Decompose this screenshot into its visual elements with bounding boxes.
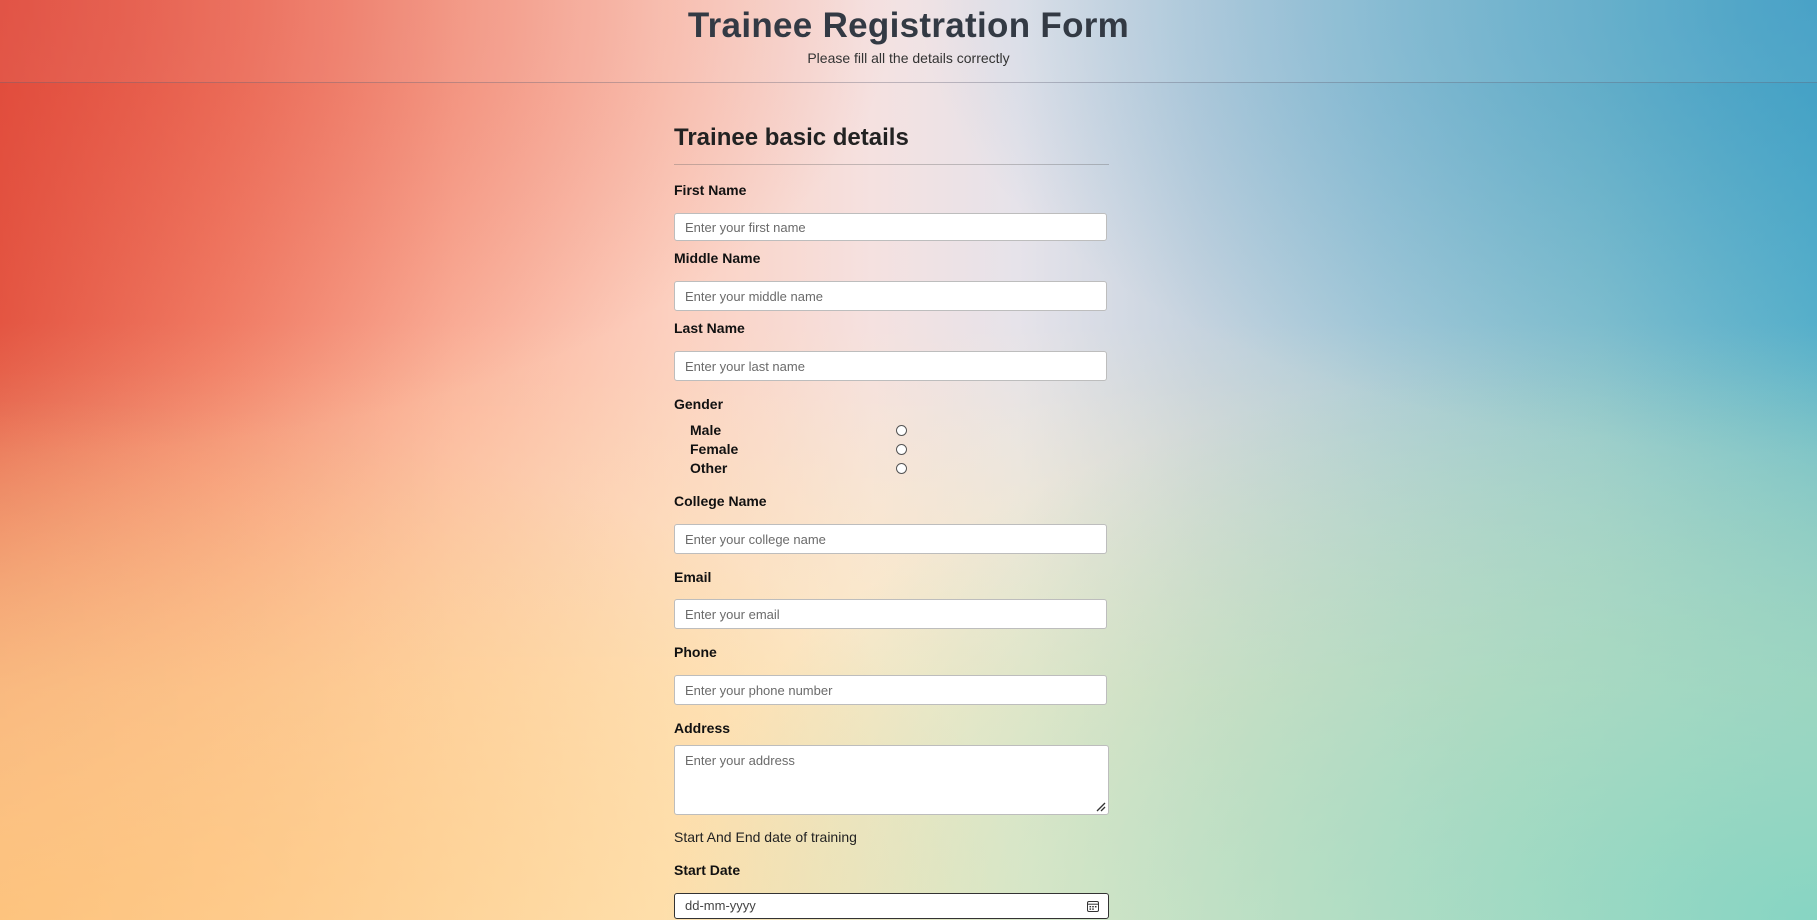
page-header: Trainee Registration Form Please fill al… (0, 0, 1817, 83)
gender-female-label: Female (690, 441, 739, 457)
gender-option-male[interactable]: Male (690, 422, 1110, 440)
gender-other-label: Other (690, 460, 728, 476)
start-date-label: Start Date (674, 862, 741, 878)
start-date-placeholder: dd-mm-yyyy (685, 898, 756, 913)
resize-handle-icon[interactable] (1096, 802, 1106, 812)
calendar-icon[interactable] (1087, 900, 1099, 912)
registration-form: Trainee basic details First Name Middle … (674, 124, 1109, 919)
start-date-input[interactable]: dd-mm-yyyy (674, 893, 1109, 919)
gender-option-other[interactable]: Other (690, 460, 1110, 478)
gender-other-radio[interactable] (896, 463, 907, 474)
phone-input[interactable] (674, 675, 1107, 705)
address-label: Address (674, 720, 731, 736)
gender-male-label: Male (690, 422, 722, 438)
gender-label: Gender (674, 396, 724, 412)
page-title: Trainee Registration Form (687, 6, 1130, 45)
gender-male-radio[interactable] (896, 425, 907, 436)
first-name-label: First Name (674, 182, 747, 198)
phone-label: Phone (674, 644, 717, 660)
gender-option-female[interactable]: Female (690, 441, 1110, 459)
address-textarea[interactable] (674, 745, 1109, 815)
address-field-wrapper (674, 745, 1109, 815)
section-title: Trainee basic details (674, 124, 1109, 165)
college-name-input[interactable] (674, 524, 1107, 554)
email-label: Email (674, 569, 712, 585)
first-name-input[interactable] (674, 213, 1107, 241)
college-name-label: College Name (674, 493, 767, 509)
training-dates-caption: Start And End date of training (674, 829, 857, 845)
email-input[interactable] (674, 599, 1107, 629)
middle-name-label: Middle Name (674, 250, 761, 266)
page-subtitle: Please fill all the details correctly (807, 50, 1010, 66)
last-name-input[interactable] (674, 351, 1107, 381)
last-name-label: Last Name (674, 320, 745, 336)
gender-female-radio[interactable] (896, 444, 907, 455)
middle-name-input[interactable] (674, 281, 1107, 311)
